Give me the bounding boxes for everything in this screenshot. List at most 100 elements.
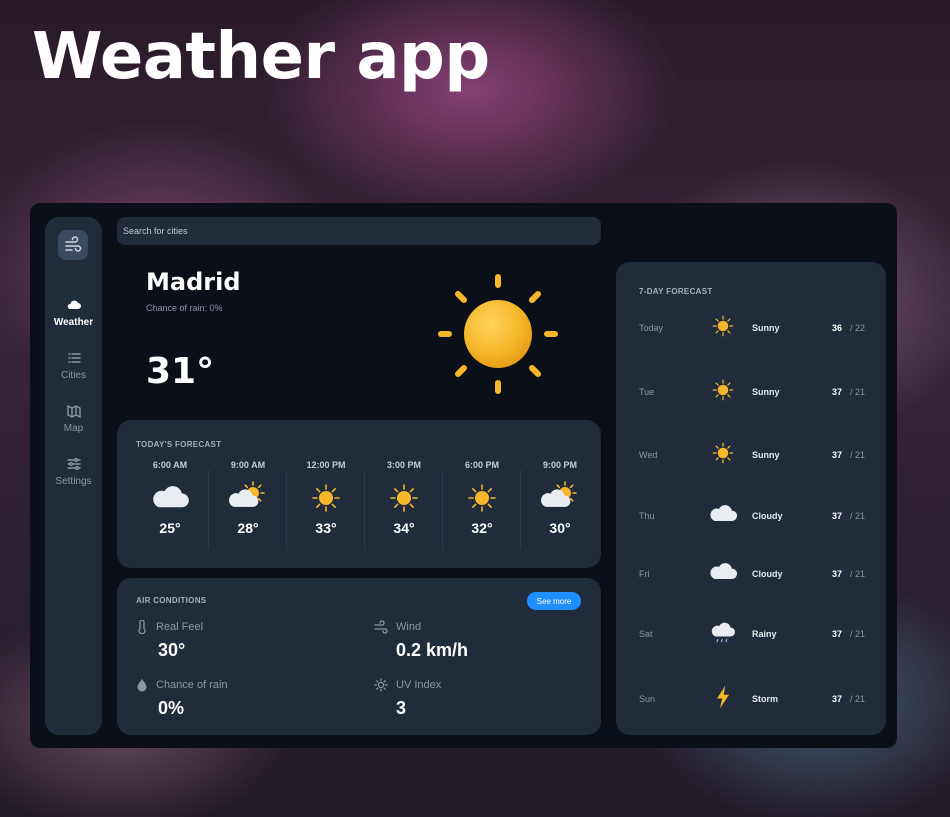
hour-time: 6:00 AM (152, 460, 188, 470)
day-condition: Sunny (752, 323, 780, 333)
wind-value: 0.2 km/h (396, 640, 469, 660)
hour-divider (286, 470, 287, 550)
hero-title: Weather app (32, 20, 490, 94)
day-high: 37 (832, 511, 843, 521)
partly-cloudy-icon (228, 480, 268, 516)
day-low: / 22 (850, 323, 866, 333)
hourly-forecast-item: 9:00 AM 28° (208, 460, 288, 536)
day-name: Fri (639, 569, 650, 579)
hour-time: 12:00 PM (306, 460, 346, 470)
cloud-icon (708, 557, 738, 587)
wind-item: Wind 0.2 km/h (374, 620, 468, 661)
hour-temperature: 34° (393, 520, 415, 536)
current-temperature: 31° (146, 351, 215, 392)
air-conditions-panel: Air conditions See more Real Feel 30° Wi… (117, 578, 601, 735)
hourly-forecast-item: 12:00 PM 33° (286, 460, 366, 536)
hour-temperature: 28° (237, 520, 259, 536)
day-condition: Sunny (752, 387, 780, 397)
rain-cloud-icon (708, 617, 738, 647)
search-input[interactable] (117, 217, 601, 245)
day-high: 37 (832, 569, 843, 579)
day-low: / 21 (850, 450, 866, 460)
real-feel-value: 30° (158, 640, 186, 660)
city-name: Madrid (146, 268, 241, 296)
day-condition: Sunny (752, 450, 780, 460)
day-low: / 21 (850, 629, 866, 639)
day-name: Tue (639, 387, 655, 397)
cloud-icon (150, 480, 190, 516)
thermometer-icon (138, 620, 146, 634)
uv-index-item: UV Index 3 (374, 678, 441, 719)
day-name: Today (639, 323, 664, 333)
sidebar-item-label: Map (63, 423, 84, 434)
daily-forecast-row[interactable]: Fri Cloudy 37 / 21 (616, 555, 886, 595)
rain-chance-text: Chance of rain: 0% (146, 303, 223, 313)
hour-temperature: 30° (549, 520, 571, 536)
day-low: / 21 (850, 569, 866, 579)
daily-forecast-row[interactable]: Thu Cloudy 37 / 21 (616, 497, 886, 537)
sidebar-item-label: Cities (60, 370, 86, 381)
sun-icon (438, 274, 558, 394)
chance-of-rain-value: 0% (158, 698, 185, 718)
sidebar: Weather Cities Map Settings (45, 217, 102, 735)
day-condition: Rainy (752, 629, 777, 639)
day-condition: Cloudy (752, 511, 783, 521)
daily-forecast-row[interactable]: Wed Sunny 37 / 21 (616, 436, 886, 476)
sun-icon (384, 480, 424, 516)
sidebar-item-label: Settings (55, 476, 92, 487)
hour-time: 3:00 PM (386, 460, 421, 470)
hour-temperature: 33° (315, 520, 337, 536)
droplet-icon (137, 679, 147, 692)
uv-index-value: 3 (396, 698, 407, 718)
day-condition: Cloudy (752, 569, 783, 579)
sidebar-item-map[interactable]: Map (45, 403, 102, 434)
hour-divider (208, 470, 209, 550)
hour-divider (442, 470, 443, 550)
weather-app-window: Weather Cities Map Settings Madrid Chanc… (30, 203, 897, 748)
day-condition: Storm (752, 694, 779, 704)
wind-label: Wind (396, 621, 422, 633)
hourly-forecast-item: 6:00 AM 25° (130, 460, 210, 536)
sun-icon (708, 311, 738, 341)
real-feel-item: Real Feel 30° (136, 620, 203, 661)
hourly-forecast-item: 6:00 PM 32° (442, 460, 522, 536)
hour-time: 6:00 PM (464, 460, 499, 470)
sidebar-item-label: Weather (53, 317, 94, 328)
list-icon (67, 353, 81, 363)
day-low: / 21 (850, 511, 866, 521)
logo-wind-icon[interactable] (58, 230, 88, 260)
day-name: Sun (639, 694, 656, 704)
sun-icon (462, 480, 502, 516)
uv-index-label: UV Index (396, 679, 442, 691)
hourly-forecast-item: 9:00 PM 30° (520, 460, 600, 536)
chance-of-rain-label: Chance of rain (156, 679, 228, 691)
cloud-icon (708, 499, 738, 529)
air-conditions-title: Air conditions (136, 596, 207, 605)
hourly-forecast-item: 3:00 PM 34° (364, 460, 444, 536)
todays-forecast-panel: Today's forecast 6:00 AM 25° 9:00 AM 28° 12:… (117, 420, 601, 568)
settings-icon (66, 458, 81, 470)
sidebar-item-settings[interactable]: Settings (45, 456, 102, 487)
daily-forecast-row[interactable]: Today Sunny 36 / 22 (616, 309, 886, 349)
sidebar-item-weather[interactable]: Weather (45, 297, 102, 328)
day-low: / 21 (850, 694, 866, 704)
sidebar-item-cities[interactable]: Cities (45, 350, 102, 381)
day-high: 37 (832, 450, 843, 460)
sun-icon (708, 438, 738, 468)
see-more-button[interactable]: See more (527, 592, 581, 610)
daily-forecast-row[interactable]: Tue Sunny 37 / 21 (616, 373, 886, 413)
hour-time: 9:00 AM (230, 460, 266, 470)
hour-temperature: 32° (471, 520, 493, 536)
chance-of-rain-item: Chance of rain 0% (136, 678, 228, 719)
day-name: Thu (639, 511, 655, 521)
day-high: 36 (832, 323, 843, 333)
daily-forecast-row[interactable]: Sat Rainy 37 / 21 (616, 615, 886, 655)
real-feel-label: Real Feel (156, 621, 204, 633)
day-high: 37 (832, 629, 843, 639)
day-low: / 21 (850, 387, 866, 397)
storm-icon (708, 682, 738, 712)
map-icon (66, 404, 81, 419)
hour-temperature: 25° (159, 520, 181, 536)
daily-forecast-row[interactable]: Sun Storm 37 / 21 (616, 680, 886, 720)
sun-outline-icon (374, 678, 388, 692)
